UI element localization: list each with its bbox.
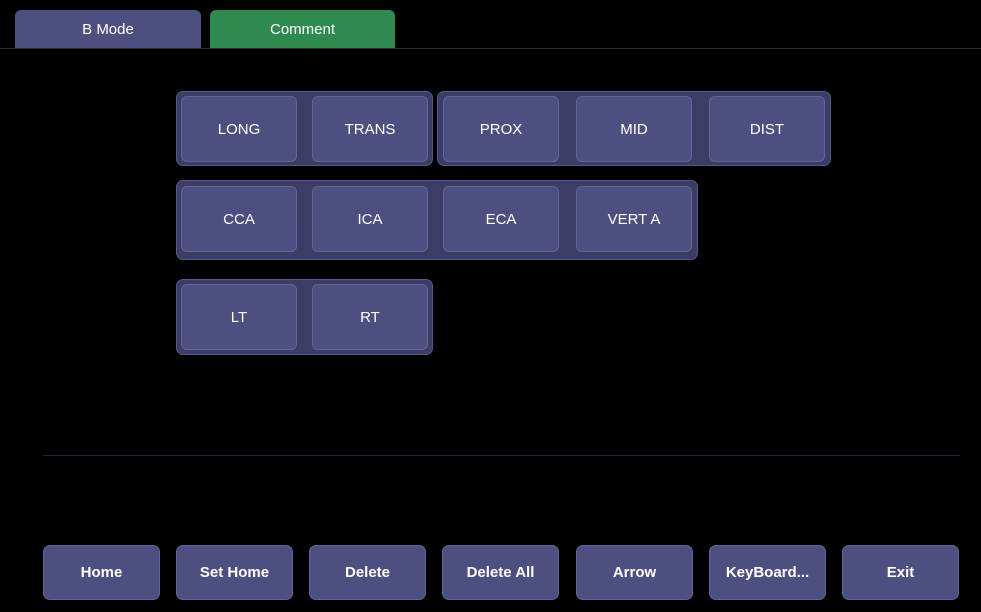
- dist-button[interactable]: DIST: [709, 96, 825, 162]
- prox-button[interactable]: PROX: [443, 96, 559, 162]
- cca-button[interactable]: CCA: [181, 186, 297, 252]
- delete-all-button[interactable]: Delete All: [442, 545, 559, 600]
- delete-button[interactable]: Delete: [309, 545, 426, 600]
- trans-button[interactable]: TRANS: [312, 96, 428, 162]
- tab-comment[interactable]: Comment: [210, 10, 395, 48]
- exit-button[interactable]: Exit: [842, 545, 959, 600]
- long-button[interactable]: LONG: [181, 96, 297, 162]
- set-home-button[interactable]: Set Home: [176, 545, 293, 600]
- tab-bar: B Mode Comment: [0, 0, 981, 49]
- lt-button[interactable]: LT: [181, 284, 297, 350]
- divider: [43, 455, 960, 456]
- mid-button[interactable]: MID: [576, 96, 692, 162]
- arrow-button[interactable]: Arrow: [576, 545, 693, 600]
- tab-b-mode[interactable]: B Mode: [15, 10, 201, 48]
- vert-a-button[interactable]: VERT A: [576, 186, 692, 252]
- keyboard-button[interactable]: KeyBoard...: [709, 545, 826, 600]
- eca-button[interactable]: ECA: [443, 186, 559, 252]
- rt-button[interactable]: RT: [312, 284, 428, 350]
- home-button[interactable]: Home: [43, 545, 160, 600]
- ica-button[interactable]: ICA: [312, 186, 428, 252]
